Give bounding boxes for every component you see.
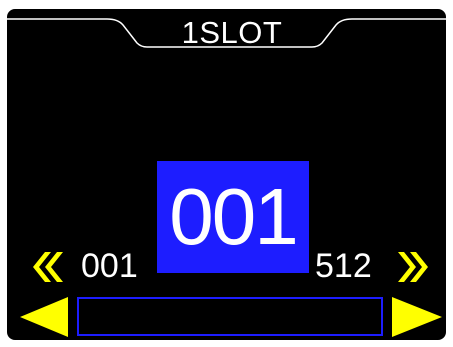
current-value: 001 xyxy=(169,172,298,261)
value-display-box: 001 xyxy=(157,161,309,273)
value-slider-track[interactable] xyxy=(77,297,383,336)
range-min-label: 001 xyxy=(81,247,138,285)
double-chevron-left-icon xyxy=(33,252,63,282)
page-title: 1SLOT xyxy=(181,15,283,50)
back-button[interactable] xyxy=(20,297,68,337)
range-max-label: 512 xyxy=(315,247,372,285)
double-chevron-right-icon xyxy=(398,252,428,282)
fast-forward-button[interactable] xyxy=(396,252,428,282)
fast-back-button[interactable] xyxy=(33,252,65,282)
triangle-left-icon xyxy=(20,297,68,337)
display-screen: 1SLOT 001 001 512 xyxy=(7,9,446,340)
forward-button[interactable] xyxy=(392,297,442,337)
triangle-right-icon xyxy=(392,297,442,337)
